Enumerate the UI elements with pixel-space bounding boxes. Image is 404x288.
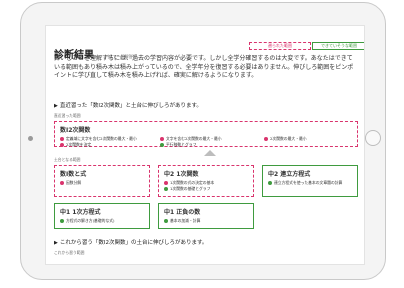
green-dot-icon — [160, 143, 164, 147]
card-item: 因数分解 — [60, 180, 81, 186]
pink-dot-icon — [60, 181, 64, 185]
card-title: 中2 連立方程式 — [268, 171, 311, 178]
home-button[interactable] — [365, 130, 381, 146]
card-item: 2次関数の最大・最小 — [264, 136, 307, 142]
green-dot-icon — [164, 219, 168, 223]
green-dot-icon — [164, 187, 168, 191]
pink-dot-icon — [264, 137, 268, 141]
green-dot-icon — [268, 181, 272, 185]
up-arrow-icon — [204, 150, 216, 156]
triangle-right-icon: ▶ — [54, 103, 58, 109]
pink-dot-icon — [60, 137, 64, 141]
card-simultaneous-equations[interactable]: 中2 連立方程式 連立方程式を使った基本の文章題の計算 — [262, 165, 358, 197]
section3-label: これから習う範囲 — [54, 250, 85, 255]
card-title: 数Ⅰ2次関数 — [60, 127, 91, 134]
screen: 診断結果 （中1で一問解答） 遡られた範囲 できていそうな範囲 算いしことを理解… — [45, 25, 365, 265]
legend-can: できていそうな範囲 — [312, 42, 364, 50]
card-item: 方程式の解き方(基礎的な式) — [60, 218, 115, 224]
pink-dot-icon — [160, 137, 164, 141]
triangle-right-icon: ▶ — [54, 240, 58, 246]
green-dot-icon — [60, 219, 64, 223]
card-numbers-expressions[interactable]: 数Ⅰ数と式 因数分解 — [54, 165, 150, 197]
section2-label: 土台となる範囲 — [54, 157, 81, 162]
card-title: 中1 1次方程式 — [60, 209, 101, 216]
card-quadratic[interactable]: 数Ⅰ2次関数 定義域に文字を含む2次関数の最大・最小 文字を含む2次関数の最大・… — [54, 121, 358, 147]
card-title: 中1 正負の数 — [164, 209, 201, 216]
pink-dot-icon — [164, 181, 168, 185]
section3-heading: ▶ これから習う「数Ⅰ2次関数」の土台に伸びしろがあります。 — [54, 238, 207, 246]
card-positive-negative[interactable]: 中1 正負の数 基本の加減・計算 — [158, 203, 254, 229]
section1-heading-text: 直近習った「数Ⅰ2次関数」と土台に伸びしろがあります。 — [59, 103, 202, 109]
card-item: 基本の加減・計算 — [164, 218, 200, 224]
camera-dot — [28, 136, 33, 141]
card-title: 数Ⅰ数と式 — [60, 171, 87, 178]
card-linear-function[interactable]: 中2 1次関数 1次関数の式の決定の基本 1次関数の基礎とグラフ — [158, 165, 254, 197]
tablet-frame: 診断結果 （中1で一問解答） 遡られた範囲 できていそうな範囲 算いしことを理解… — [20, 2, 386, 280]
card-linear-equation[interactable]: 中1 1次方程式 方程式の解き方(基礎的な式) — [54, 203, 150, 229]
card-title: 中2 1次関数 — [164, 171, 199, 178]
card-item: 平行移動とグラフ — [160, 142, 196, 148]
legend-learned: 遡られた範囲 — [249, 42, 311, 50]
card-item: 連立方程式を使った基本の文章題の計算 — [268, 180, 342, 186]
section1-heading: ▶ 直近習った「数Ⅰ2次関数」と土台に伸びしろがあります。 — [54, 101, 202, 109]
intro-paragraph: 算いしことを理解するには、過去の学習内容が必要です。しかし全学分確習するのは大変… — [54, 55, 354, 80]
card-item: 2次関数を決定 — [60, 142, 91, 148]
section1-label: 直近習った範囲 — [54, 113, 81, 118]
section3-heading-text: これから習う「数Ⅰ2次関数」の土台に伸びしろがあります。 — [59, 240, 208, 246]
pink-dot-icon — [60, 143, 64, 147]
card-item: 1次関数の基礎とグラフ — [164, 186, 210, 192]
